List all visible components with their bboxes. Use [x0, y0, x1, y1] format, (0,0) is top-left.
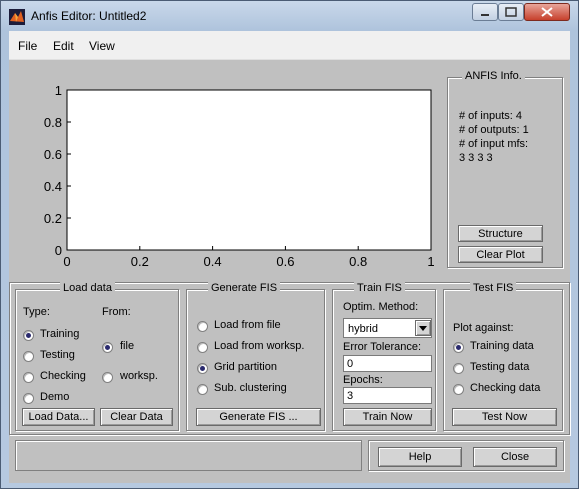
radio-source-file-label[interactable]: file [120, 340, 134, 352]
anfis-info-panel: ANFIS Info. # of inputs: 4 # of outputs:… [447, 70, 563, 268]
epochs-input[interactable]: 3 [343, 387, 432, 404]
radio-demo-label[interactable]: Demo [40, 391, 69, 403]
y-tick-label: 0 [55, 243, 62, 258]
radio-grid-partition-label[interactable]: Grid partition [214, 361, 277, 373]
radio-training[interactable] [23, 330, 34, 341]
radio-checking[interactable] [23, 372, 34, 383]
radio-test-checking-data-label[interactable]: Checking data [470, 382, 540, 394]
footer-button-frame: Help Close [368, 440, 564, 471]
radio-testing-label[interactable]: Testing [40, 349, 75, 361]
y-tick-label: 1 [55, 83, 62, 98]
anfis-info-title: ANFIS Info. [462, 70, 525, 82]
generate-fis-title: Generate FIS [208, 282, 281, 294]
test-fis-title: Test FIS [470, 282, 517, 294]
editor-client-area: 0 0.2 0.4 0.6 0.8 1 0 0.2 0.4 0.6 0.8 1 ANFIS Info.… [9, 59, 570, 483]
radio-source-workspace[interactable] [102, 372, 113, 383]
optim-method-value: hybrid [348, 323, 378, 335]
radio-test-training-data[interactable] [453, 342, 464, 353]
num-inputs-text: # of inputs: 4 [459, 110, 522, 122]
menu-bar: File Edit View [9, 31, 570, 60]
type-label: Type: [23, 306, 50, 318]
radio-load-from-workspace[interactable] [197, 342, 208, 353]
window-title: Anfis Editor: Untitled2 [31, 9, 147, 23]
error-tolerance-label: Error Tolerance: [343, 341, 422, 353]
help-button[interactable]: Help [378, 447, 462, 467]
radio-grid-partition[interactable] [197, 363, 208, 374]
radio-source-workspace-label[interactable]: worksp. [120, 370, 158, 382]
radio-source-file[interactable] [102, 342, 113, 353]
error-tolerance-input[interactable]: 0 [343, 355, 432, 372]
title-bar[interactable]: Anfis Editor: Untitled2 [1, 1, 578, 31]
chevron-down-icon [419, 326, 427, 331]
clear-data-button[interactable]: Clear Data [100, 408, 173, 426]
x-tick-label: 1 [427, 254, 434, 269]
optim-method-dropdown[interactable] [415, 320, 431, 336]
epochs-label: Epochs: [343, 374, 383, 386]
radio-sub-clustering[interactable] [197, 384, 208, 395]
load-data-title: Load data [60, 282, 115, 294]
generate-fis-button[interactable]: Generate FIS ... [196, 408, 321, 426]
close-icon [541, 7, 553, 17]
train-fis-title: Train FIS [354, 282, 405, 294]
plot-area [66, 89, 432, 251]
radio-load-from-file-label[interactable]: Load from file [214, 319, 281, 331]
test-now-button[interactable]: Test Now [452, 408, 557, 426]
plot-against-label: Plot against: [453, 322, 514, 334]
y-tick-label: 0.6 [44, 147, 62, 162]
x-tick-label: 0.4 [204, 254, 222, 269]
data-plot: 0 0.2 0.4 0.6 0.8 1 0 0.2 0.4 0.6 0.8 1 [44, 83, 435, 269]
test-fis-panel: Test FIS Plot against: Training data Tes… [443, 282, 563, 431]
menu-edit[interactable]: Edit [53, 39, 74, 53]
radio-load-from-workspace-label[interactable]: Load from worksp. [214, 340, 304, 352]
optim-method-select[interactable]: hybrid [343, 318, 432, 338]
radio-checking-label[interactable]: Checking [40, 370, 86, 382]
train-fis-panel: Train FIS Optim. Method: hybrid Error To… [332, 282, 436, 431]
radio-test-checking-data[interactable] [453, 384, 464, 395]
radio-sub-clustering-label[interactable]: Sub. clustering [214, 382, 287, 394]
y-tick-label: 0.4 [44, 179, 62, 194]
y-tick-label: 0.8 [44, 115, 62, 130]
status-bar [15, 440, 362, 471]
matlab-icon [9, 9, 25, 25]
num-outputs-text: # of outputs: 1 [459, 124, 529, 136]
menu-view[interactable]: View [89, 39, 115, 53]
train-now-button[interactable]: Train Now [343, 408, 432, 426]
clear-plot-button[interactable]: Clear Plot [458, 246, 543, 263]
x-tick-label: 0.6 [276, 254, 294, 269]
load-data-panel: Load data Type: From: Training Testing C… [15, 282, 179, 431]
radio-test-training-data-label[interactable]: Training data [470, 340, 534, 352]
radio-load-from-file[interactable] [197, 321, 208, 332]
radio-training-label[interactable]: Training [40, 328, 79, 340]
optim-method-label: Optim. Method: [343, 301, 419, 313]
y-tick-label: 0.2 [44, 211, 62, 226]
structure-button[interactable]: Structure [458, 225, 543, 242]
x-tick-label: 0.2 [131, 254, 149, 269]
radio-test-testing-data[interactable] [453, 363, 464, 374]
x-tick-label: 0.8 [349, 254, 367, 269]
anfis-editor-window: Anfis Editor: Untitled2 File Edit View 0… [0, 0, 579, 489]
generate-fis-panel: Generate FIS Load from file Load from wo… [186, 282, 325, 431]
from-label: From: [102, 306, 131, 318]
radio-test-testing-data-label[interactable]: Testing data [470, 361, 529, 373]
radio-testing[interactable] [23, 351, 34, 362]
close-button[interactable]: Close [473, 447, 557, 467]
x-tick-label: 0 [63, 254, 70, 269]
load-data-button[interactable]: Load Data... [22, 408, 95, 426]
radio-demo[interactable] [23, 393, 34, 404]
num-mfs-label: # of input mfs: [459, 138, 529, 150]
minimize-icon [481, 14, 489, 16]
close-window-button[interactable] [524, 3, 570, 21]
maximize-button[interactable] [498, 3, 524, 21]
num-mfs-values: 3 3 3 3 [459, 152, 493, 164]
minimize-button[interactable] [472, 3, 498, 21]
menu-file[interactable]: File [18, 39, 37, 53]
maximize-icon [505, 7, 517, 17]
